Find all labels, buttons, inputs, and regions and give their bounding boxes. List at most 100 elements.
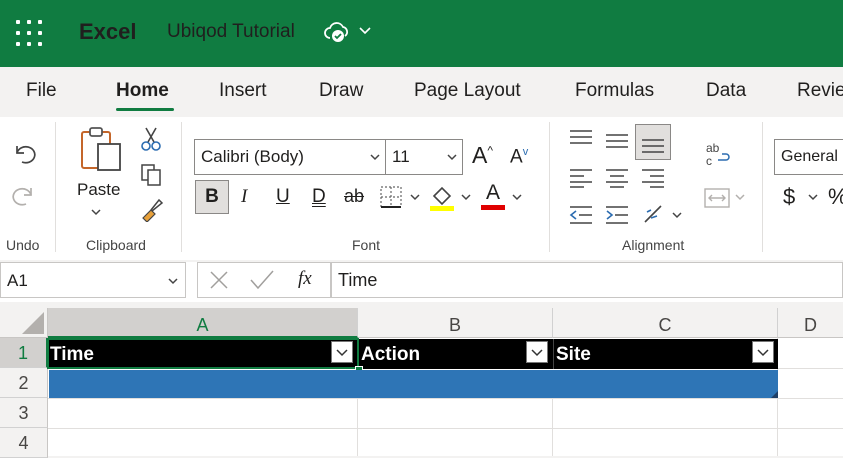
insert-function-button[interactable]: fx	[298, 268, 312, 290]
italic-button[interactable]: I	[241, 186, 247, 208]
chevron-down-icon[interactable]	[510, 192, 524, 204]
chevron-down-icon[interactable]	[408, 192, 422, 204]
shrink-font-letter: A	[510, 146, 523, 168]
select-all-button[interactable]	[0, 308, 48, 338]
align-bottom-icon	[642, 139, 664, 153]
fill-color-icon[interactable]	[428, 182, 456, 212]
font-name-value: Calibri (Body)	[201, 147, 304, 166]
column-header-d[interactable]: D	[778, 308, 843, 338]
percent-button[interactable]: %	[828, 184, 843, 210]
gridline	[48, 398, 843, 399]
chevron-down-icon[interactable]	[733, 192, 747, 204]
shrink-font-button[interactable]: Av	[510, 146, 528, 168]
align-middle-icon[interactable]	[605, 131, 629, 151]
tab-page-layout[interactable]: Page Layout	[414, 80, 521, 102]
chevron-down-icon[interactable]	[806, 192, 820, 204]
chevron-down-icon[interactable]	[459, 192, 473, 204]
cloud-saved-icon[interactable]	[323, 20, 351, 44]
cell-c1-text: Site	[556, 344, 591, 365]
tab-draw[interactable]: Draw	[319, 80, 363, 102]
merge-center-icon[interactable]	[703, 186, 731, 210]
number-format-combo[interactable]: General	[774, 139, 843, 175]
copy-icon[interactable]	[139, 162, 163, 188]
chevron-down-icon[interactable]	[356, 20, 374, 40]
tab-data[interactable]: Data	[706, 80, 746, 102]
group-label-undo: Undo	[6, 237, 40, 253]
underline-button[interactable]: U	[276, 186, 290, 208]
chevron-down-icon[interactable]	[670, 210, 684, 222]
increase-indent-icon[interactable]	[605, 205, 629, 225]
app-name[interactable]: Excel	[79, 19, 137, 45]
currency-button[interactable]: $	[783, 184, 795, 210]
font-color-letter: A	[485, 181, 500, 204]
row-header-3[interactable]: 3	[0, 398, 48, 428]
table-resize-handle[interactable]	[771, 391, 778, 398]
tab-formulas[interactable]: Formulas	[575, 80, 654, 102]
row-header-2[interactable]: 2	[0, 368, 48, 398]
active-tab-indicator	[116, 108, 174, 111]
tab-file[interactable]: File	[26, 80, 57, 102]
chevron-down-icon[interactable]	[446, 151, 458, 163]
chevron-down-icon	[757, 349, 769, 357]
tab-review[interactable]: Revie	[797, 80, 843, 102]
undo-icon[interactable]	[10, 140, 38, 168]
align-top-icon[interactable]	[569, 129, 593, 149]
gridline	[552, 398, 553, 456]
table-row-2[interactable]	[49, 370, 778, 398]
cut-icon[interactable]	[139, 126, 163, 152]
row-header-4[interactable]: 4	[0, 428, 48, 458]
column-header-b[interactable]: B	[358, 308, 553, 338]
formula-input[interactable]: Time	[331, 262, 843, 298]
cell-b1[interactable]: Action	[358, 339, 553, 369]
svg-text:c: c	[706, 154, 712, 168]
confirm-entry-icon[interactable]	[249, 269, 275, 291]
font-size-combo[interactable]: 11	[385, 139, 463, 175]
double-underline-button[interactable]: D	[312, 186, 326, 208]
svg-text:ab: ab	[706, 141, 720, 155]
font-name-combo[interactable]: Calibri (Body)	[194, 139, 386, 175]
chevron-down-icon	[531, 349, 543, 357]
name-box-value: A1	[7, 271, 28, 290]
filter-dropdown-b[interactable]	[526, 341, 548, 363]
group-label-font: Font	[352, 237, 381, 253]
tab-insert[interactable]: Insert	[219, 80, 267, 102]
group-separator	[55, 122, 56, 252]
grow-font-button[interactable]: A^	[472, 142, 493, 169]
tab-home[interactable]: Home	[116, 80, 169, 102]
column-header-a[interactable]: A	[48, 308, 358, 338]
paste-icon[interactable]	[78, 124, 124, 174]
gridline	[778, 368, 843, 369]
decrease-indent-icon[interactable]	[569, 205, 593, 225]
paste-label[interactable]: Paste	[77, 180, 120, 200]
chevron-down-icon[interactable]	[369, 151, 381, 163]
document-title[interactable]: Ubiqod Tutorial	[167, 21, 295, 43]
column-header-c[interactable]: C	[553, 308, 778, 338]
text-orientation-icon[interactable]	[641, 202, 667, 228]
redo-icon[interactable]	[10, 182, 38, 210]
borders-icon[interactable]	[378, 184, 404, 210]
cell-c1[interactable]: Site	[553, 339, 778, 369]
row-header-1[interactable]: 1	[0, 338, 48, 368]
align-right-icon[interactable]	[641, 168, 665, 188]
format-painter-icon[interactable]	[139, 196, 165, 222]
align-left-icon[interactable]	[569, 168, 593, 188]
select-all-triangle-icon	[22, 312, 44, 334]
group-label-alignment: Alignment	[622, 237, 685, 253]
active-cell-border	[47, 338, 359, 369]
wrap-text-icon[interactable]: ab c	[704, 140, 732, 170]
filter-dropdown-c[interactable]	[752, 341, 774, 363]
formula-input-value: Time	[338, 270, 378, 290]
align-bottom-button[interactable]	[635, 124, 671, 160]
strikethrough-button[interactable]: ab	[344, 186, 364, 207]
font-color-swatch	[481, 205, 505, 210]
highlight-color-swatch	[430, 206, 454, 211]
app-launcher-icon[interactable]	[16, 20, 42, 46]
gridline	[357, 398, 358, 456]
name-box[interactable]: A1	[0, 262, 186, 298]
align-center-icon[interactable]	[605, 168, 629, 188]
chevron-down-icon[interactable]	[167, 275, 179, 287]
font-color-button[interactable]: A	[480, 181, 506, 211]
bold-button[interactable]: B	[195, 180, 229, 214]
cancel-entry-icon[interactable]	[207, 269, 231, 291]
chevron-down-icon[interactable]	[89, 207, 103, 219]
